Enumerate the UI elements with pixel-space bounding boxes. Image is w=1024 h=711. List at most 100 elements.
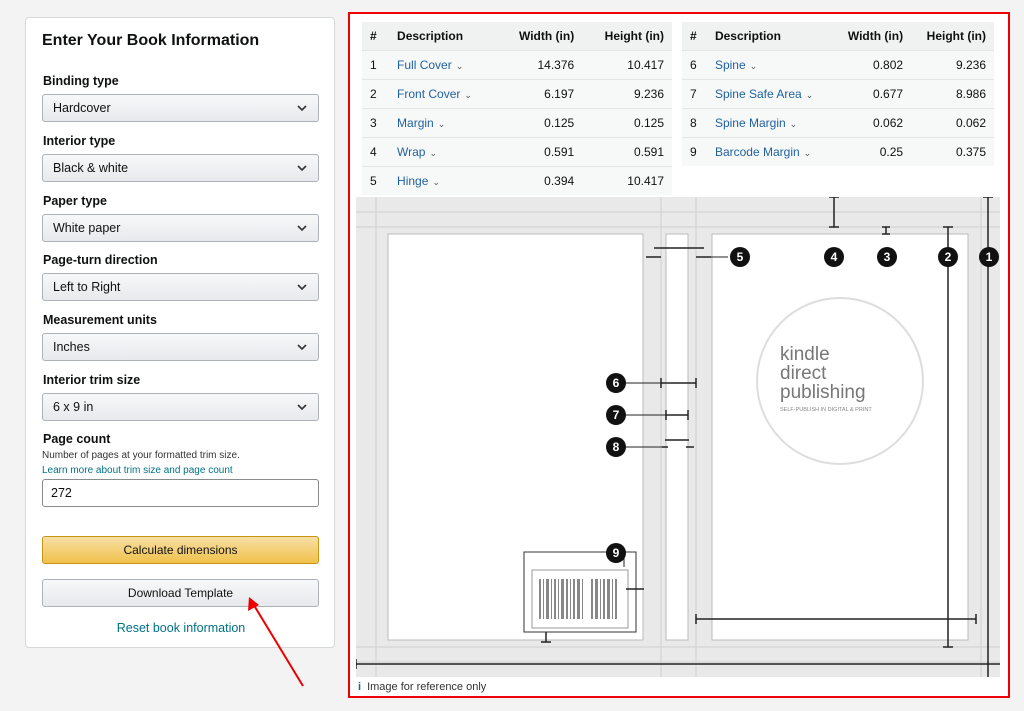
chevron-down-icon bbox=[297, 344, 307, 351]
description-link[interactable]: Front Cover bbox=[397, 87, 460, 101]
marker-4-label: 4 bbox=[831, 250, 838, 264]
table-row: 6 Spine ⌄ 0.802 9.236 bbox=[682, 50, 994, 80]
table-row: 7 Spine Safe Area ⌄ 0.677 8.986 bbox=[682, 79, 994, 109]
chevron-down-icon bbox=[297, 404, 307, 411]
col-width: Width (in) bbox=[832, 22, 912, 51]
table-row: 9 Barcode Margin ⌄ 0.25 0.375 bbox=[682, 137, 994, 166]
row-description[interactable]: Barcode Margin ⌄ bbox=[706, 137, 833, 166]
description-link[interactable]: Barcode Margin bbox=[715, 145, 800, 159]
trim-size-label: Interior trim size bbox=[43, 373, 141, 387]
row-description[interactable]: Spine Safe Area ⌄ bbox=[706, 79, 833, 109]
row-description[interactable]: Full Cover ⌄ bbox=[389, 50, 498, 80]
logo-line-kindle: kindle bbox=[780, 344, 830, 365]
row-height: 8.986 bbox=[911, 79, 994, 109]
reference-note: i Image for reference only bbox=[358, 681, 486, 693]
row-description[interactable]: Spine Margin ⌄ bbox=[706, 108, 833, 138]
description-link[interactable]: Margin bbox=[397, 116, 434, 130]
row-height: 9.236 bbox=[911, 50, 994, 80]
spine-panel bbox=[665, 233, 689, 641]
row-width: 14.376 bbox=[497, 50, 583, 80]
panel-title: Enter Your Book Information bbox=[42, 32, 260, 49]
row-description[interactable]: Margin ⌄ bbox=[389, 108, 498, 138]
page-turn-value: Left to Right bbox=[53, 280, 121, 294]
page-count-help: Number of pages at your formatted trim s… bbox=[42, 450, 240, 461]
row-width: 0.25 bbox=[832, 137, 912, 166]
row-width: 0.802 bbox=[832, 50, 912, 80]
binding-type-select[interactable]: Hardcover bbox=[42, 94, 319, 122]
col-height: Height (in) bbox=[582, 22, 672, 51]
col-number: # bbox=[362, 22, 390, 51]
chevron-down-icon bbox=[297, 105, 307, 112]
row-number: 6 bbox=[682, 50, 707, 80]
chevron-down-icon: ⌄ bbox=[432, 177, 440, 187]
row-height: 9.236 bbox=[582, 79, 672, 109]
logo-tagline: SELF-PUBLISH IN DIGITAL & PRINT bbox=[780, 407, 872, 413]
marker-1-label: 1 bbox=[986, 250, 993, 264]
row-width: 0.591 bbox=[497, 137, 583, 167]
row-height: 0.591 bbox=[582, 137, 672, 167]
page-count-label: Page count bbox=[43, 432, 111, 446]
col-height: Height (in) bbox=[911, 22, 994, 51]
logo-line-direct: direct bbox=[780, 363, 827, 384]
row-width: 6.197 bbox=[497, 79, 583, 109]
description-link[interactable]: Wrap bbox=[397, 145, 425, 159]
dimensions-table-right: # Description Width (in) Height (in) 6 S… bbox=[682, 22, 994, 166]
book-info-panel: Enter Your Book Information Binding type… bbox=[25, 17, 335, 648]
marker-8-label: 8 bbox=[613, 440, 620, 454]
trim-size-value: 6 x 9 in bbox=[53, 400, 94, 414]
row-number: 5 bbox=[362, 166, 390, 195]
chevron-down-icon bbox=[297, 225, 307, 232]
col-description: Description bbox=[706, 22, 833, 51]
description-link[interactable]: Spine Margin bbox=[715, 116, 786, 130]
row-number: 7 bbox=[682, 79, 707, 109]
row-number: 1 bbox=[362, 50, 390, 80]
table-row: 4 Wrap ⌄ 0.591 0.591 bbox=[362, 137, 672, 167]
paper-type-label: Paper type bbox=[43, 194, 107, 208]
chevron-down-icon: ⌄ bbox=[464, 90, 472, 100]
logo-line-publishing: publishing bbox=[780, 382, 866, 403]
row-height: 0.062 bbox=[911, 108, 994, 138]
cover-dimensions-panel: # Description Width (in) Height (in) 1 F… bbox=[348, 12, 1010, 698]
col-description: Description bbox=[389, 22, 498, 51]
chevron-down-icon: ⌄ bbox=[789, 119, 798, 129]
marker-3-label: 3 bbox=[884, 250, 891, 264]
description-link[interactable]: Spine bbox=[715, 58, 746, 72]
row-height: 10.417 bbox=[582, 50, 672, 80]
row-description[interactable]: Spine ⌄ bbox=[706, 50, 833, 80]
table-row: 3 Margin ⌄ 0.125 0.125 bbox=[362, 108, 672, 138]
row-width: 0.062 bbox=[832, 108, 912, 138]
binding-type-label: Binding type bbox=[43, 74, 119, 88]
interior-type-select[interactable]: Black & white bbox=[42, 154, 319, 182]
description-link[interactable]: Hinge bbox=[397, 174, 428, 188]
reference-note-text: Image for reference only bbox=[367, 681, 487, 693]
table-row: 2 Front Cover ⌄ 6.197 9.236 bbox=[362, 79, 672, 109]
row-height: 10.417 bbox=[582, 166, 672, 195]
marker-7-label: 7 bbox=[613, 408, 620, 422]
table-row: 5 Hinge ⌄ 0.394 10.417 bbox=[362, 166, 672, 195]
col-width: Width (in) bbox=[497, 22, 583, 51]
measurement-units-select[interactable]: Inches bbox=[42, 333, 319, 361]
page-turn-label: Page-turn direction bbox=[43, 253, 158, 267]
binding-type-value: Hardcover bbox=[53, 101, 111, 115]
trim-size-select[interactable]: 6 x 9 in bbox=[42, 393, 319, 421]
row-height: 0.125 bbox=[582, 108, 672, 138]
trim-size-help-link[interactable]: Learn more about trim size and page coun… bbox=[42, 465, 233, 476]
interior-type-label: Interior type bbox=[43, 134, 116, 148]
paper-type-select[interactable]: White paper bbox=[42, 214, 319, 242]
chevron-down-icon: ⌄ bbox=[749, 61, 758, 71]
row-description[interactable]: Hinge ⌄ bbox=[389, 166, 498, 195]
row-width: 0.394 bbox=[497, 166, 583, 195]
row-number: 9 bbox=[682, 137, 707, 166]
page-count-input[interactable]: 272 bbox=[42, 479, 319, 507]
page-turn-select[interactable]: Left to Right bbox=[42, 273, 319, 301]
row-description[interactable]: Front Cover ⌄ bbox=[389, 79, 498, 109]
col-number: # bbox=[682, 22, 707, 51]
interior-type-value: Black & white bbox=[53, 161, 129, 175]
description-link[interactable]: Spine Safe Area bbox=[715, 87, 802, 101]
chevron-down-icon: ⌄ bbox=[429, 148, 438, 158]
description-link[interactable]: Full Cover bbox=[397, 58, 452, 72]
calculate-dimensions-button[interactable]: Calculate dimensions bbox=[42, 536, 319, 564]
marker-2-label: 2 bbox=[945, 250, 952, 264]
row-description[interactable]: Wrap ⌄ bbox=[389, 137, 498, 167]
annotation-arrow bbox=[248, 597, 304, 687]
